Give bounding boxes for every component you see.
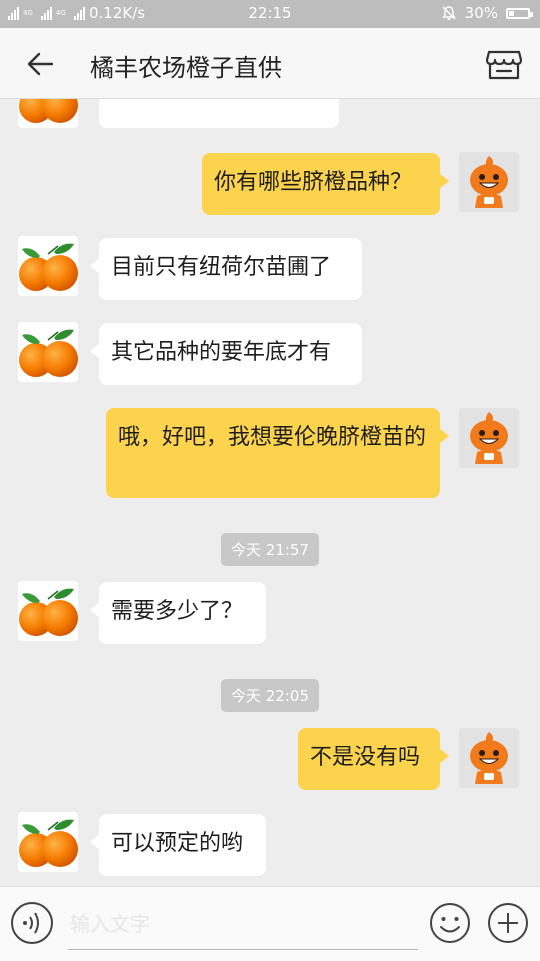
battery-percent: 30%: [464, 4, 498, 22]
message-bubble[interactable]: 可以预定的哟: [90, 814, 266, 876]
orange-avatar-icon: [18, 322, 78, 382]
message-bubble[interactable]: 需要多少了？: [90, 582, 266, 644]
orange-avatar-icon: [18, 812, 78, 872]
timestamp: 今天 21:57: [221, 533, 319, 566]
user-avatar[interactable]: [459, 408, 519, 468]
chat-header: 橘丰农场橙子直供: [0, 28, 540, 99]
orange-avatar-icon: [18, 236, 78, 296]
emoji-button[interactable]: [428, 901, 472, 945]
battery-icon: [506, 7, 533, 19]
message-bubble[interactable]: 哦，好吧，我想要伦晚脐橙苗的: [106, 408, 449, 498]
message-bubble[interactable]: 目前只有纽荷尔苗圃了: [90, 238, 362, 300]
store-icon: [485, 50, 523, 80]
message-input[interactable]: [68, 899, 418, 950]
orange-avatar-icon: [18, 581, 78, 641]
emoji-icon: [430, 903, 470, 943]
arrow-left-icon: [27, 52, 54, 76]
input-bar: [0, 886, 540, 961]
user-avatar[interactable]: [459, 728, 519, 788]
more-button[interactable]: [486, 901, 530, 945]
bell-muted-icon: [441, 6, 456, 20]
timestamp: 今天 22:05: [221, 679, 319, 712]
voice-icon: [11, 902, 53, 944]
robot-avatar-icon: [459, 152, 519, 212]
message-bubble[interactable]: 其它品种的要年底才有: [90, 323, 362, 385]
robot-avatar-icon: [459, 728, 519, 788]
robot-avatar-icon: [459, 408, 519, 468]
voice-button[interactable]: [10, 901, 54, 945]
plus-icon: [488, 903, 528, 943]
message-bubble[interactable]: 不是没有吗: [298, 728, 449, 790]
orange-avatar-icon: [18, 98, 78, 128]
back-button[interactable]: [20, 44, 60, 84]
shop-avatar[interactable]: [18, 98, 78, 128]
shop-avatar[interactable]: [18, 322, 78, 382]
shop-button[interactable]: [484, 44, 524, 84]
shop-avatar[interactable]: [18, 236, 78, 296]
chat-area[interactable]: 您需要什么苗圃了？ 你有哪些脐橙品种？ 目前只有纽荷尔苗圃了 其它品种的要年底才…: [0, 98, 540, 886]
shop-avatar[interactable]: [18, 581, 78, 641]
message-bubble[interactable]: 你有哪些脐橙品种？: [202, 153, 449, 215]
message-bubble[interactable]: 您需要什么苗圃了？: [99, 98, 339, 128]
status-bar: 4G 4G 0.12K/s 22:15 30%: [0, 0, 540, 28]
user-avatar[interactable]: [459, 152, 519, 212]
page-title: 橘丰农场橙子直供: [90, 54, 282, 82]
shop-avatar[interactable]: [18, 812, 78, 872]
